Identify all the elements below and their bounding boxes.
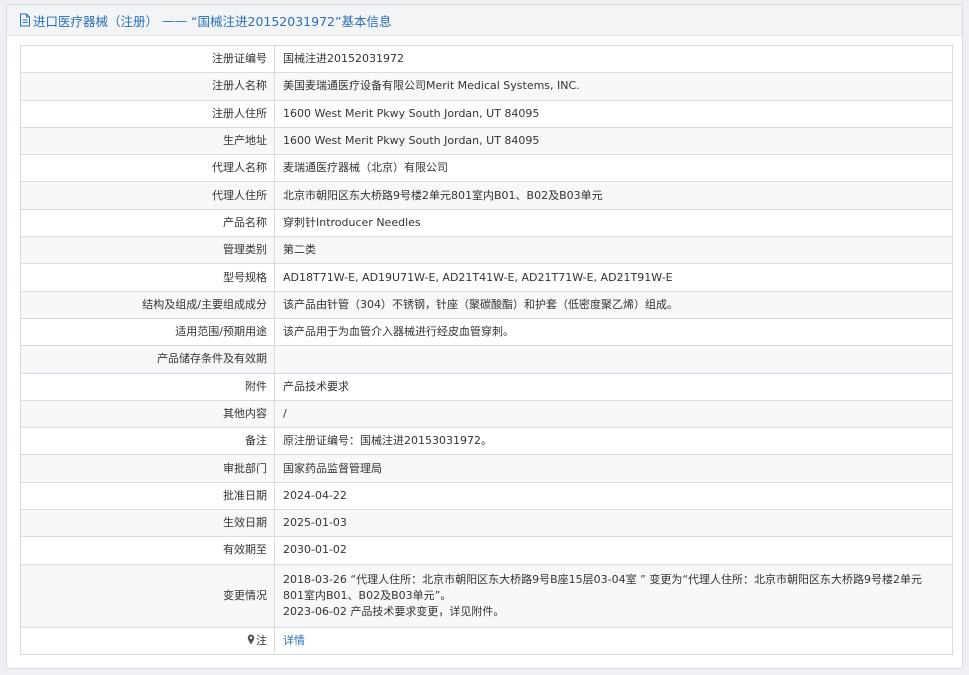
table-row: 批准日期 2024-04-22 [20,481,953,511]
table-row-change-history: 变更情况 2018-03-26 “代理人住所：北京市朝阳区东大桥路9号B座15层0… [20,563,953,628]
field-value: 美国麦瑞通医疗设备有限公司Merit Medical Systems, INC. [274,72,953,101]
field-value: AD18T71W-E, AD19U71W-E, AD21T41W-E, AD21… [274,263,953,292]
table-row: 代理人名称 麦瑞通医疗器械（北京）有限公司 [20,154,953,183]
field-label: 管理类别 [20,236,275,265]
field-value: 国家药品监督管理局 [274,454,953,483]
field-value: 1600 West Merit Pkwy South Jordan, UT 84… [274,126,953,156]
field-value: 麦瑞通医疗器械（北京）有限公司 [274,154,953,183]
pin-icon [247,634,255,645]
field-value: / [274,399,953,429]
field-label: 注册人名称 [20,72,275,101]
field-value: 该产品由针管（304）不锈钢，针座（聚碳酸酯）和护套（低密度聚乙烯）组成。 [274,290,953,319]
field-label: 生效日期 [20,509,275,538]
field-value [274,345,953,374]
field-value: 穿刺针Introducer Needles [274,208,953,238]
field-label: 审批部门 [20,454,275,483]
detail-panel: 进口医疗器械（注册） —— “国械注进20152031972”基本信息 注册证编… [6,4,963,669]
field-label: 注 [20,626,275,655]
table-row: 注册人名称 美国麦瑞通医疗设备有限公司Merit Medical Systems,… [20,72,953,101]
field-value: 详情 [274,626,953,655]
change-line: 801室内B01、B02及B03单元”。 [283,588,452,602]
table-row: 附件 产品技术要求 [20,372,953,401]
table-row: 注册证编号 国械注进20152031972 [20,44,953,74]
field-value: 北京市朝阳区东大桥路9号楼2单元801室内B01、B02及B03单元 [274,181,953,210]
table-row: 生效日期 2025-01-03 [20,509,953,538]
table-row: 产品名称 穿刺针Introducer Needles [20,208,953,238]
table-row: 结构及组成/主要组成成分 该产品由针管（304）不锈钢，针座（聚碳酸酯）和护套（低… [20,290,953,319]
table-row: 其他内容 / [20,399,953,429]
table-row: 审批部门 国家药品监督管理局 [20,454,953,483]
field-label: 型号规格 [20,263,275,292]
table-row-note: 注 详情 [20,626,953,655]
field-value: 2025-01-03 [274,509,953,538]
title-separator: —— [162,12,188,28]
table-row: 适用范围/预期用途 该产品用于为血管介入器械进行经皮血管穿刺。 [20,317,953,347]
note-label: 注 [256,633,267,647]
field-value: 原注册证编号：国械注进20153031972。 [274,427,953,456]
field-value: 2030-01-02 [274,536,953,565]
change-line: 2023-06-02 产品技术要求变更，详见附件。 [283,604,505,618]
field-label: 备注 [20,427,275,456]
field-label: 代理人名称 [20,154,275,183]
field-value: 2024-04-22 [274,481,953,511]
table-row: 有效期至 2030-01-02 [20,536,953,565]
field-value: 国械注进20152031972 [274,44,953,74]
table-row: 注册人住所 1600 West Merit Pkwy South Jordan, … [20,99,953,128]
change-line: 2018-03-26 “代理人住所：北京市朝阳区东大桥路9号B座15层03-04… [283,572,923,586]
field-label: 产品名称 [20,208,275,238]
field-value: 第二类 [274,236,953,265]
field-value: 该产品用于为血管介入器械进行经皮血管穿刺。 [274,317,953,347]
details-link[interactable]: 详情 [283,634,305,647]
field-value: 1600 West Merit Pkwy South Jordan, UT 84… [274,99,953,128]
page-title: 进口医疗器械（注册） —— “国械注进20152031972”基本信息 [7,5,962,36]
table-row: 管理类别 第二类 [20,236,953,265]
table-row: 生产地址 1600 West Merit Pkwy South Jordan, U… [20,126,953,156]
field-label: 适用范围/预期用途 [20,317,275,347]
info-table: 注册证编号 国械注进20152031972 注册人名称 美国麦瑞通医疗设备有限公司Me… [20,44,953,655]
field-label: 其他内容 [20,399,275,429]
field-label: 结构及组成/主要组成成分 [20,290,275,319]
field-label: 批准日期 [20,481,275,511]
table-row: 型号规格 AD18T71W-E, AD19U71W-E, AD21T41W-E, … [20,263,953,292]
table-row: 产品储存条件及有效期 [20,345,953,374]
change-history: 2018-03-26 “代理人住所：北京市朝阳区东大桥路9号B座15层03-04… [274,563,953,628]
field-label: 代理人住所 [20,181,275,210]
field-value: 产品技术要求 [274,372,953,401]
field-label: 产品储存条件及有效期 [20,345,275,374]
title-reg-no: “国械注进20152031972”基本信息 [191,13,392,29]
field-label: 生产地址 [20,126,275,156]
field-label: 注册证编号 [20,44,275,74]
title-category: 进口医疗器械（注册） [33,13,159,29]
table-row: 备注 原注册证编号：国械注进20153031972。 [20,427,953,456]
field-label: 有效期至 [20,536,275,565]
field-label: 注册人住所 [20,99,275,128]
field-label: 附件 [20,372,275,401]
field-label: 变更情况 [20,563,275,628]
table-row: 代理人住所 北京市朝阳区东大桥路9号楼2单元801室内B01、B02及B03单元 [20,181,953,210]
document-icon [20,13,30,27]
